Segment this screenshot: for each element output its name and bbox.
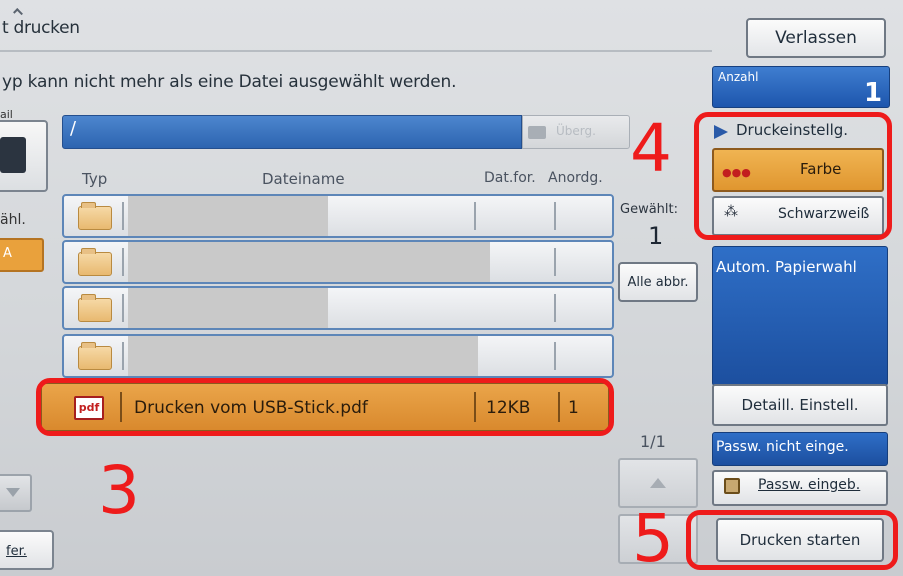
left-mode-icon [0,137,26,173]
annotation-box-settings [694,112,892,240]
scroll-up-icon [650,478,666,488]
annotation-step-3: 3 [98,452,140,529]
column-header-format: Dat.for. [484,170,536,186]
column-header-order: Anordg. [548,170,603,186]
left-orange-label: A [3,246,12,261]
annotation-box-file [36,378,614,436]
back-arrow-icon [13,8,23,18]
enter-password-label: Passw. eingeb. [758,477,861,493]
quantity-label: Anzahl [718,70,759,84]
current-path: / [70,118,77,139]
detail-settings-button[interactable]: Detaill. Einstell. [712,384,888,426]
selected-label: Gewählt: [620,202,678,217]
selected-count: 1 [648,222,664,250]
header-divider [0,50,712,52]
folder-up-label: Überg. [556,124,596,138]
column-divider [554,248,556,276]
folder-icon [78,294,112,322]
annotation-step-5: 5 [632,500,674,576]
column-divider [122,294,124,322]
folder-icon [78,248,112,276]
password-status-label: Passw. nicht einge. [716,439,849,455]
redacted-filename [128,242,490,282]
quantity-value: 1 [864,78,883,108]
redacted-filename [128,336,478,376]
column-divider [554,342,556,370]
scroll-down-icon [6,488,20,497]
exit-button[interactable]: Verlassen [746,18,886,58]
left-bottom-button[interactable]: fer. [0,530,54,570]
page-title: t drucken [2,18,80,38]
column-divider [474,202,476,230]
path-bar [62,115,522,149]
column-header-name: Dateiname [262,170,345,188]
column-divider [122,248,124,276]
annotation-box-start [686,510,898,570]
column-divider [122,202,124,230]
lock-icon [724,478,740,494]
deselect-all-button[interactable]: Alle abbr. [618,262,698,302]
redacted-filename [128,196,328,236]
folder-up-icon [528,126,546,139]
folder-icon [78,202,112,230]
left-label-mid: ähl. [0,212,26,228]
page-indicator: 1/1 [640,432,666,451]
column-divider [122,342,124,370]
column-divider [554,202,556,230]
column-divider [554,294,556,322]
annotation-step-4: 4 [630,110,672,187]
paper-select-label: Autom. Papierwahl [716,258,857,276]
column-header-type: Typ [82,170,108,188]
folder-icon [78,342,112,370]
notice-text: yp kann nicht mehr als eine Datei ausgew… [2,72,457,92]
redacted-filename [128,288,328,328]
